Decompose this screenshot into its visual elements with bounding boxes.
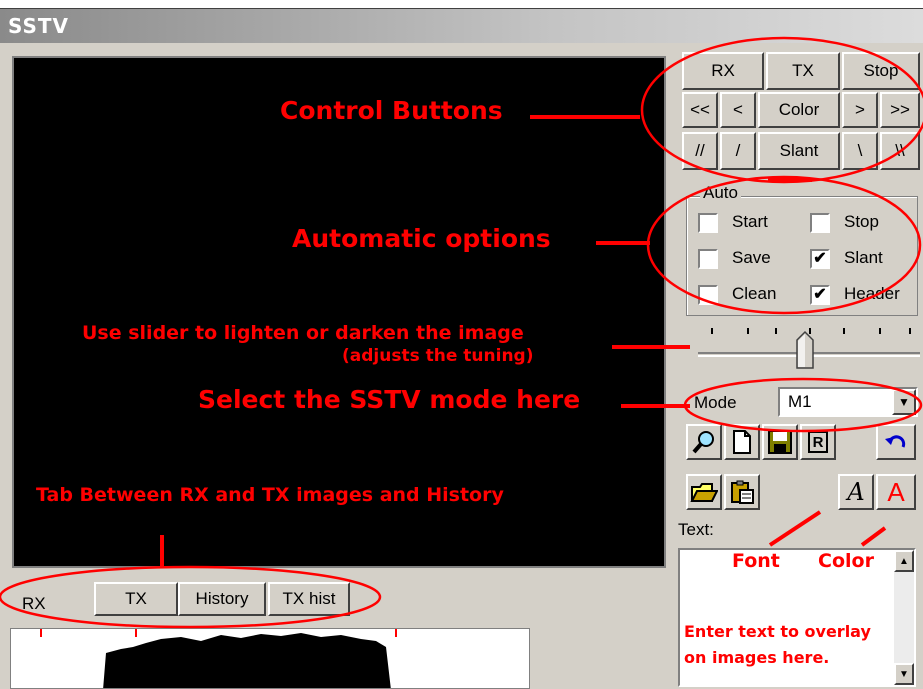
annotation-slider-line2: (adjusts the tuning) — [342, 346, 534, 366]
annotation-automatic-options: Automatic options — [292, 224, 551, 253]
annotation-text-line1: Enter text to overlay — [684, 622, 871, 641]
annotation-mode: Select the SSTV mode here — [198, 385, 581, 414]
annotation-tabs: Tab Between RX and TX images and History — [36, 484, 504, 506]
annotation-control-buttons: Control Buttons — [280, 96, 503, 125]
annotation-slider-line1: Use slider to lighten or darken the imag… — [82, 322, 524, 344]
auto-options-ellipse — [646, 175, 922, 315]
tabs-ellipse — [0, 565, 382, 629]
control-buttons-ellipse — [640, 36, 923, 184]
annotation-text-line2: on images here. — [684, 648, 830, 667]
annotation-font: Font — [732, 550, 780, 572]
mode-ellipse — [683, 377, 923, 433]
annotation-color: Color — [818, 550, 874, 572]
